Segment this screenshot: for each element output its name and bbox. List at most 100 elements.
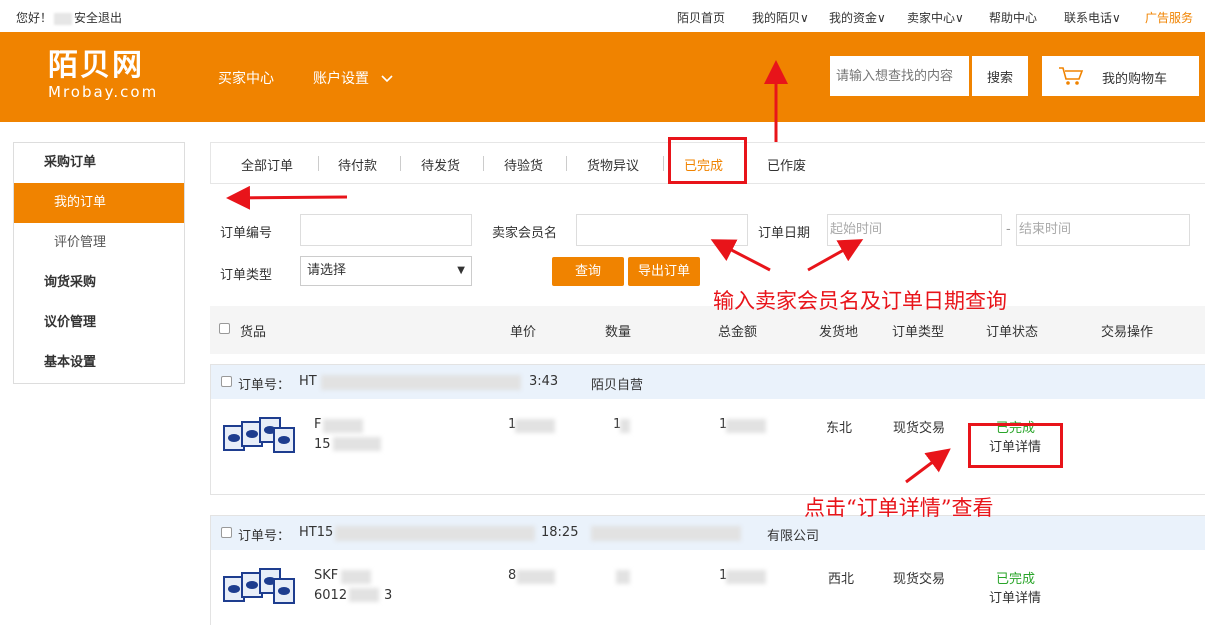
order-card-header: 订单号： HT 3:43 陌贝自营 <box>211 365 1205 399</box>
arrow-to-my-orders <box>226 185 348 210</box>
seller-name[interactable]: 陌贝自营 <box>591 374 643 393</box>
order-date-label: 订单日期 <box>758 226 811 241</box>
order-type-selected: 请选择 <box>307 263 347 278</box>
username-redacted <box>54 12 73 25</box>
col-goods: 货品 <box>240 325 267 340</box>
sidebar-group-negotiation[interactable]: 议价管理 <box>14 303 184 343</box>
nav-account-settings-label: 账户设置 <box>313 71 369 87</box>
order-no-prefix: HT <box>299 374 317 389</box>
sidebar-group-settings[interactable]: 基本设置 <box>14 343 184 383</box>
product-thumbnail[interactable] <box>221 415 297 459</box>
top-nav-home[interactable]: 陌贝首页 <box>677 9 725 26</box>
tab-pending-inspection[interactable]: 待验货 <box>504 155 543 174</box>
nav-buyer-center[interactable]: 买家中心 <box>218 68 274 88</box>
product-name[interactable]: SKF <box>314 568 338 583</box>
redacted-product-model <box>333 437 381 451</box>
site-logo[interactable]: 陌贝网 Mrobay.com <box>48 48 158 100</box>
order-time: 18:25 <box>541 525 579 540</box>
col-unit-price: 单价 <box>510 325 537 340</box>
cart-label: 我的购物车 <box>1102 72 1168 87</box>
logout-link[interactable]: 安全退出 <box>74 11 122 25</box>
redacted-total <box>726 419 766 433</box>
arrow-to-seller-input <box>710 239 771 272</box>
order-checkbox[interactable] <box>221 376 232 387</box>
order-type: 现货交易 <box>893 572 946 587</box>
cart-button[interactable]: 我的购物车 <box>1042 56 1199 96</box>
redacted-qty <box>616 570 630 584</box>
top-bar: 您好！ 安全退出 陌贝首页 我的陌贝∨ 我的资金∨ 卖家中心∨ 帮助中心 联系电话… <box>0 0 1205 32</box>
col-actions: 交易操作 <box>1101 325 1154 340</box>
seller-label: 卖家会员名 <box>492 226 558 241</box>
seller-name[interactable]: 有限公司 <box>767 525 819 544</box>
tab-voided[interactable]: 已作废 <box>767 155 806 174</box>
tab-pending-shipment[interactable]: 待发货 <box>421 155 460 174</box>
origin: 西北 <box>828 572 855 587</box>
top-nav-ad-service[interactable]: 广告服务 <box>1145 9 1193 26</box>
order-status: 已完成 <box>996 572 1036 587</box>
redacted-total <box>726 570 766 584</box>
query-button[interactable]: 查询 <box>552 257 624 286</box>
annotation-query-hint: 输入卖家会员名及订单日期查询 <box>713 289 1007 313</box>
order-no-prefix: HT15 <box>299 525 334 540</box>
search-input[interactable] <box>830 56 969 96</box>
tab-divider <box>318 156 319 171</box>
order-no-label: 订单编号 <box>220 226 273 241</box>
export-orders-button[interactable]: 导出订单 <box>628 257 700 286</box>
page: 您好！ 安全退出 陌贝首页 我的陌贝∨ 我的资金∨ 卖家中心∨ 帮助中心 联系电话… <box>0 0 1205 625</box>
product-thumbnail[interactable] <box>221 566 297 610</box>
start-date-input[interactable]: 起始时间 <box>827 214 1002 246</box>
end-date-input[interactable]: 结束时间 <box>1016 214 1190 246</box>
product-model: 15 <box>314 437 331 452</box>
annotation-detail-hint: 点击“订单详情”查看 <box>804 496 994 520</box>
sidebar-group-purchase-orders[interactable]: 采购订单 <box>14 143 184 183</box>
select-all-checkbox[interactable] <box>219 323 230 334</box>
site-header: 陌贝网 Mrobay.com 买家中心 账户设置 搜索 我的购物车 <box>0 32 1205 122</box>
top-nav-my-funds[interactable]: 我的资金∨ <box>829 9 886 26</box>
tab-all-orders[interactable]: 全部订单 <box>241 155 293 174</box>
logo-en: Mrobay.com <box>48 83 159 101</box>
tab-divider <box>566 156 567 171</box>
nav-account-settings[interactable]: 账户设置 <box>313 68 394 88</box>
cart-icon <box>1059 67 1084 85</box>
tab-pending-payment[interactable]: 待付款 <box>338 155 377 174</box>
product-model-suffix: 3 <box>384 588 393 603</box>
order-detail-link[interactable]: 订单详情 <box>989 587 1041 606</box>
sidebar-item-reviews[interactable]: 评价管理 <box>14 223 184 263</box>
col-origin: 发货地 <box>819 325 859 340</box>
order-card-header: 订单号： HT15 18:25 有限公司 <box>211 516 1205 550</box>
sidebar: 采购订单 我的订单 评价管理 询货采购 议价管理 基本设置 <box>13 142 185 384</box>
redacted-price <box>517 570 555 584</box>
order-no-input[interactable] <box>300 214 472 246</box>
arrow-to-date-input <box>807 239 864 272</box>
order-type-label: 订单类型 <box>220 268 273 283</box>
redacted-product-name <box>341 570 371 584</box>
select-caret-icon: ▼ <box>457 265 465 276</box>
seller-input[interactable] <box>576 214 748 246</box>
tab-divider <box>483 156 484 171</box>
sidebar-group-inquiry[interactable]: 询货采购 <box>14 263 184 303</box>
product-name[interactable]: F <box>314 417 321 432</box>
top-nav-seller-center[interactable]: 卖家中心∨ <box>907 9 964 26</box>
col-order-status: 订单状态 <box>986 325 1039 340</box>
col-total: 总金额 <box>718 325 758 340</box>
order-time: 3:43 <box>529 374 559 389</box>
top-nav-contact[interactable]: 联系电话∨ <box>1064 9 1121 26</box>
redacted-product-model <box>349 588 379 602</box>
col-quantity: 数量 <box>605 325 632 340</box>
tab-goods-dispute[interactable]: 货物异议 <box>587 155 639 174</box>
chevron-down-icon <box>381 75 394 83</box>
order-no-label: 订单号： <box>238 529 291 544</box>
redacted-seller-name <box>591 526 741 541</box>
redacted-order-no <box>321 375 521 390</box>
top-nav-my-mrobay[interactable]: 我的陌贝∨ <box>752 9 809 26</box>
order-table-header: 货品 单价 数量 总金额 发货地 订单类型 订单状态 交易操作 <box>210 306 1205 354</box>
search-button[interactable]: 搜索 <box>972 56 1028 96</box>
top-bar-user: 您好！ 安全退出 <box>16 9 122 26</box>
order-type-select[interactable]: 请选择 ▼ <box>300 256 472 286</box>
top-nav-help[interactable]: 帮助中心 <box>989 9 1037 26</box>
sidebar-item-my-orders[interactable]: 我的订单 <box>14 183 184 223</box>
greeting-text: 您好！ <box>16 11 53 25</box>
order-card: 订单号： HT15 18:25 有限公司 SKF 6012 3 8 1 西北 现… <box>210 515 1205 625</box>
order-checkbox[interactable] <box>221 527 232 538</box>
redacted-product-name <box>323 419 363 433</box>
